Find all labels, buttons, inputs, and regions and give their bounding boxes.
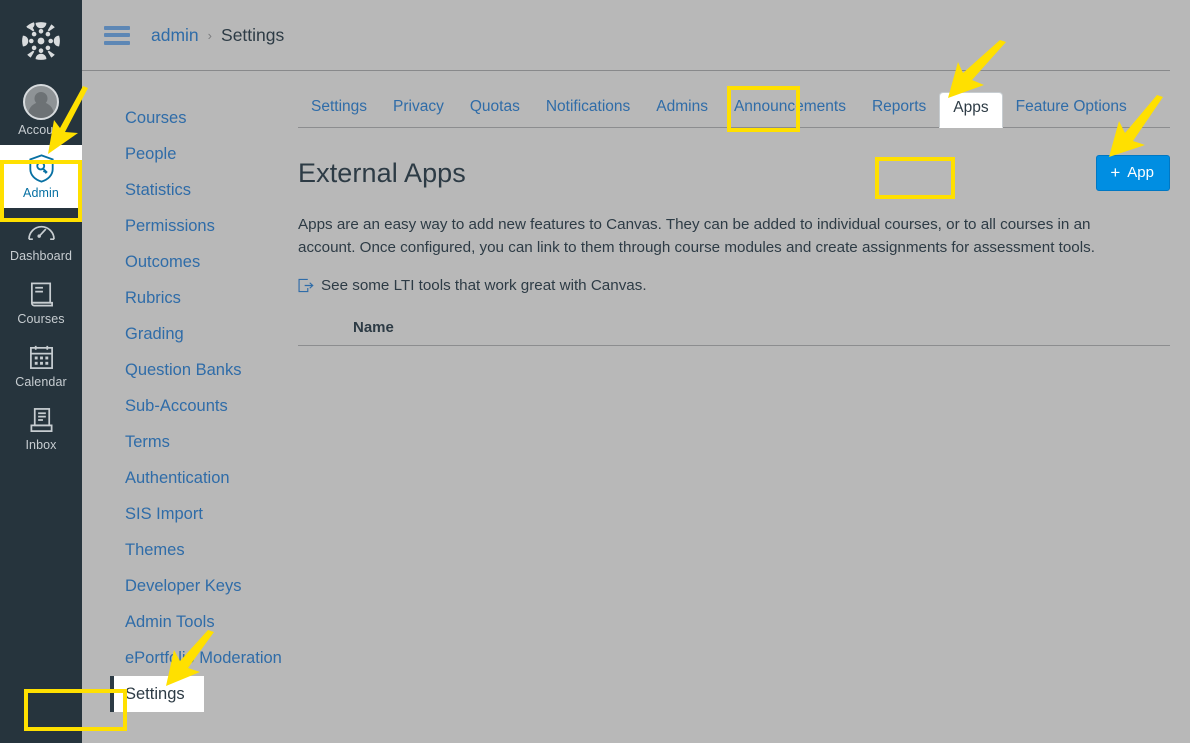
table-header-row: Name xyxy=(298,316,1170,346)
breadcrumb-current-settings: Settings xyxy=(221,25,284,46)
account-navigation: Courses People Statistics Permissions Ou… xyxy=(110,100,305,712)
external-apps-table-head: Name xyxy=(298,316,1170,346)
sidebar-item-developer-keys[interactable]: Developer Keys xyxy=(110,568,305,604)
breadcrumb-bar: admin › Settings xyxy=(82,0,1170,71)
sidebar-item-rubrics[interactable]: Rubrics xyxy=(110,280,305,316)
add-app-button[interactable]: + App xyxy=(1096,155,1170,191)
external-apps-table: Name xyxy=(298,316,1170,346)
sidebar-item-themes[interactable]: Themes xyxy=(110,532,305,568)
avatar-icon xyxy=(23,84,59,120)
sidebar-item-sub-accounts[interactable]: Sub-Accounts xyxy=(110,388,305,424)
content-area: Settings Privacy Quotas Notifications Ad… xyxy=(298,92,1170,346)
tab-apps[interactable]: Apps xyxy=(939,92,1002,128)
tab-privacy[interactable]: Privacy xyxy=(380,93,457,127)
apps-description: Apps are an easy way to add new features… xyxy=(298,213,1108,259)
page-header: External Apps + App xyxy=(298,155,1170,191)
global-nav-label-dashboard: Dashboard xyxy=(10,249,72,263)
tab-admins[interactable]: Admins xyxy=(643,93,721,127)
sidebar-item-admin-tools[interactable]: Admin Tools xyxy=(110,604,305,640)
lti-tools-link[interactable]: See some LTI tools that work great with … xyxy=(321,277,647,294)
sidebar-item-sis-import[interactable]: SIS Import xyxy=(110,496,305,532)
global-nav-item-courses[interactable]: Courses xyxy=(0,271,82,334)
sidebar-item-permissions[interactable]: Permissions xyxy=(110,208,305,244)
global-nav-item-inbox[interactable]: Inbox xyxy=(0,397,82,460)
settings-tab-bar: Settings Privacy Quotas Notifications Ad… xyxy=(298,92,1170,128)
book-icon xyxy=(26,279,56,309)
sidebar-item-terms[interactable]: Terms xyxy=(110,424,305,460)
canvas-admin-settings-apps-page: Account Admin D xyxy=(0,0,1190,743)
column-header-name: Name xyxy=(298,316,1170,346)
sidebar-item-statistics[interactable]: Statistics xyxy=(110,172,305,208)
page-title: External Apps xyxy=(298,158,466,189)
global-nav-item-dashboard[interactable]: Dashboard xyxy=(0,208,82,271)
add-app-button-label: App xyxy=(1127,164,1154,181)
breadcrumb-link-admin[interactable]: admin xyxy=(151,25,199,46)
tab-settings[interactable]: Settings xyxy=(298,93,380,127)
tab-feature-options[interactable]: Feature Options xyxy=(1003,93,1140,127)
sidebar-item-question-banks[interactable]: Question Banks xyxy=(110,352,305,388)
sidebar-item-outcomes[interactable]: Outcomes xyxy=(110,244,305,280)
sidebar-item-eportfolio-moderation[interactable]: ePortfolio Moderation xyxy=(110,640,305,676)
lti-tools-link-row: See some LTI tools that work great with … xyxy=(298,277,1170,294)
tab-reports[interactable]: Reports xyxy=(859,93,939,127)
external-link-icon xyxy=(298,278,314,293)
sidebar-item-grading[interactable]: Grading xyxy=(110,316,305,352)
global-nav-item-admin[interactable]: Admin xyxy=(0,145,82,208)
sidebar-item-authentication[interactable]: Authentication xyxy=(110,460,305,496)
global-nav-label-admin: Admin xyxy=(23,186,59,200)
global-nav-label-calendar: Calendar xyxy=(15,375,67,389)
global-nav-label-account: Account xyxy=(18,123,64,137)
tab-announcements[interactable]: Announcements xyxy=(721,93,859,127)
plus-icon: + xyxy=(1110,165,1120,180)
sidebar-item-courses[interactable]: Courses xyxy=(110,100,305,136)
tab-quotas[interactable]: Quotas xyxy=(457,93,533,127)
hamburger-menu-icon[interactable] xyxy=(104,26,130,45)
inbox-tray-icon xyxy=(26,405,56,435)
global-nav-label-inbox: Inbox xyxy=(25,438,56,452)
global-nav-item-calendar[interactable]: Calendar xyxy=(0,334,82,397)
global-navigation: Account Admin D xyxy=(0,0,82,743)
calendar-icon xyxy=(26,342,56,372)
breadcrumb-separator-icon: › xyxy=(208,28,212,43)
sidebar-item-people[interactable]: People xyxy=(110,136,305,172)
dashboard-gauge-icon xyxy=(26,216,56,246)
main-region: admin › Settings Courses People Statisti… xyxy=(82,0,1190,743)
tab-notifications[interactable]: Notifications xyxy=(533,93,643,127)
global-nav-item-account[interactable]: Account xyxy=(0,76,82,145)
shield-key-icon xyxy=(26,153,56,183)
canvas-logo[interactable] xyxy=(18,18,64,64)
global-nav-label-courses: Courses xyxy=(17,312,64,326)
breadcrumb: admin › Settings xyxy=(151,25,284,46)
sidebar-item-settings[interactable]: Settings xyxy=(110,676,204,712)
